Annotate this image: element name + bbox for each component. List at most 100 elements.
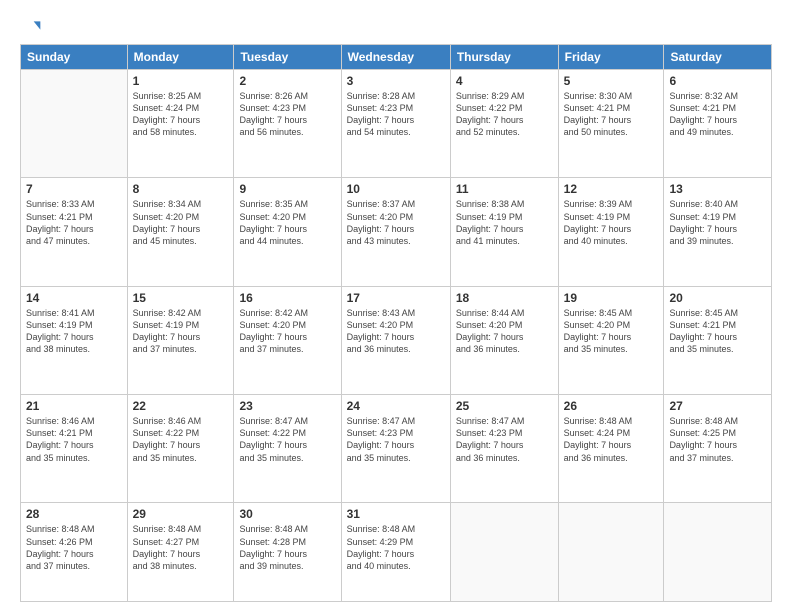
calendar-cell: 25 Sunrise: 8:47 AMSunset: 4:23 PMDayligh… (450, 395, 558, 503)
day-info-line: Daylight: 7 hours (239, 115, 307, 125)
day-info-line: and 58 minutes. (133, 127, 197, 137)
day-info-line: Daylight: 7 hours (669, 440, 737, 450)
day-info: Sunrise: 8:45 AMSunset: 4:20 PMDaylight:… (564, 307, 659, 356)
day-info: Sunrise: 8:25 AMSunset: 4:24 PMDaylight:… (133, 90, 229, 139)
day-info-line: Daylight: 7 hours (564, 440, 632, 450)
day-info: Sunrise: 8:47 AMSunset: 4:22 PMDaylight:… (239, 415, 335, 464)
day-number: 6 (669, 74, 766, 88)
day-info-line: Sunrise: 8:32 AM (669, 91, 738, 101)
calendar-cell (450, 503, 558, 602)
day-info-line: Sunrise: 8:33 AM (26, 199, 95, 209)
day-number: 17 (347, 291, 445, 305)
day-info-line: Sunset: 4:19 PM (133, 320, 200, 330)
day-info-line: Sunrise: 8:30 AM (564, 91, 633, 101)
day-info-line: and 36 minutes. (456, 453, 520, 463)
day-info-line: and 40 minutes. (564, 236, 628, 246)
day-info-line: Daylight: 7 hours (456, 440, 524, 450)
day-info-line: and 35 minutes. (239, 453, 303, 463)
calendar-cell: 14Sunrise: 8:41 AMSunset: 4:19 PMDayligh… (21, 286, 128, 394)
calendar-cell: 4Sunrise: 8:29 AMSunset: 4:22 PMDaylight… (450, 70, 558, 178)
day-info-line: Daylight: 7 hours (347, 115, 415, 125)
day-info-line: and 37 minutes. (26, 561, 90, 571)
day-info-line: Sunrise: 8:42 AM (239, 308, 308, 318)
day-info: Sunrise: 8:35 AMSunset: 4:20 PMDaylight:… (239, 198, 335, 247)
day-info-line: Sunset: 4:22 PM (239, 428, 306, 438)
day-info-line: and 37 minutes. (239, 344, 303, 354)
day-number: 25 (456, 399, 553, 413)
day-info: Sunrise: 8:32 AMSunset: 4:21 PMDaylight:… (669, 90, 766, 139)
day-info-line: Daylight: 7 hours (133, 115, 201, 125)
calendar-cell: 3 Sunrise: 8:28 AMSunset: 4:23 PMDaylight… (341, 70, 450, 178)
calendar-cell: 9 Sunrise: 8:35 AMSunset: 4:20 PMDaylight… (234, 178, 341, 286)
calendar-cell (558, 503, 664, 602)
day-info-line: and 39 minutes. (669, 236, 733, 246)
day-info: Sunrise: 8:38 AMSunset: 4:19 PMDaylight:… (456, 198, 553, 247)
day-info: Sunrise: 8:26 AMSunset: 4:23 PMDaylight:… (239, 90, 335, 139)
day-info-line: and 38 minutes. (26, 344, 90, 354)
calendar-header-sunday: Sunday (21, 45, 128, 70)
day-info: Sunrise: 8:28 AMSunset: 4:23 PMDaylight:… (347, 90, 445, 139)
day-info-line: and 40 minutes. (347, 561, 411, 571)
day-number: 10 (347, 182, 445, 196)
day-number: 13 (669, 182, 766, 196)
day-info-line: Sunrise: 8:48 AM (564, 416, 633, 426)
calendar-cell: 8Sunrise: 8:34 AMSunset: 4:20 PMDaylight… (127, 178, 234, 286)
day-info-line: Sunset: 4:23 PM (347, 428, 414, 438)
day-number: 3 (347, 74, 445, 88)
day-info: Sunrise: 8:33 AMSunset: 4:21 PMDaylight:… (26, 198, 122, 247)
day-info-line: Daylight: 7 hours (564, 115, 632, 125)
day-info-line: Sunrise: 8:44 AM (456, 308, 525, 318)
day-info-line: Sunrise: 8:48 AM (669, 416, 738, 426)
calendar-cell: 26Sunrise: 8:48 AMSunset: 4:24 PMDayligh… (558, 395, 664, 503)
day-info-line: Sunset: 4:19 PM (669, 212, 736, 222)
calendar-header-saturday: Saturday (664, 45, 772, 70)
day-info-line: Sunset: 4:27 PM (133, 537, 200, 547)
day-info-line: Sunrise: 8:46 AM (26, 416, 95, 426)
calendar-cell: 16Sunrise: 8:42 AMSunset: 4:20 PMDayligh… (234, 286, 341, 394)
day-info-line: and 50 minutes. (564, 127, 628, 137)
calendar-cell: 7 Sunrise: 8:33 AMSunset: 4:21 PMDaylight… (21, 178, 128, 286)
calendar-header-thursday: Thursday (450, 45, 558, 70)
day-info-line: Daylight: 7 hours (456, 224, 524, 234)
day-info-line: and 36 minutes. (456, 344, 520, 354)
day-info: Sunrise: 8:46 AMSunset: 4:21 PMDaylight:… (26, 415, 122, 464)
day-info: Sunrise: 8:41 AMSunset: 4:19 PMDaylight:… (26, 307, 122, 356)
day-number: 19 (564, 291, 659, 305)
day-info-line: Daylight: 7 hours (133, 440, 201, 450)
calendar-cell: 28Sunrise: 8:48 AMSunset: 4:26 PMDayligh… (21, 503, 128, 602)
day-info-line: Daylight: 7 hours (26, 440, 94, 450)
day-info-line: Sunrise: 8:48 AM (347, 524, 416, 534)
day-info-line: and 38 minutes. (133, 561, 197, 571)
calendar-cell: 1Sunrise: 8:25 AMSunset: 4:24 PMDaylight… (127, 70, 234, 178)
day-number: 5 (564, 74, 659, 88)
day-info-line: Sunrise: 8:45 AM (669, 308, 738, 318)
day-info-line: Sunrise: 8:46 AM (133, 416, 202, 426)
day-number: 8 (133, 182, 229, 196)
day-info-line: Daylight: 7 hours (26, 549, 94, 559)
day-number: 12 (564, 182, 659, 196)
calendar-cell: 20Sunrise: 8:45 AMSunset: 4:21 PMDayligh… (664, 286, 772, 394)
calendar-header-monday: Monday (127, 45, 234, 70)
calendar-cell: 13 Sunrise: 8:40 AMSunset: 4:19 PMDayligh… (664, 178, 772, 286)
day-number: 7 (26, 182, 122, 196)
day-info: Sunrise: 8:47 AMSunset: 4:23 PMDaylight:… (456, 415, 553, 464)
day-info: Sunrise: 8:40 AMSunset: 4:19 PMDaylight:… (669, 198, 766, 247)
day-info-line: Sunset: 4:21 PM (669, 320, 736, 330)
day-info: Sunrise: 8:48 AMSunset: 4:26 PMDaylight:… (26, 523, 122, 572)
day-info-line: and 35 minutes. (133, 453, 197, 463)
day-info-line: Sunrise: 8:25 AM (133, 91, 202, 101)
day-info: Sunrise: 8:48 AMSunset: 4:28 PMDaylight:… (239, 523, 335, 572)
day-info-line: Daylight: 7 hours (564, 332, 632, 342)
day-info-line: Sunset: 4:23 PM (347, 103, 414, 113)
day-number: 24 (347, 399, 445, 413)
day-info-line: and 39 minutes. (239, 561, 303, 571)
day-info: Sunrise: 8:39 AMSunset: 4:19 PMDaylight:… (564, 198, 659, 247)
calendar-cell: 2Sunrise: 8:26 AMSunset: 4:23 PMDaylight… (234, 70, 341, 178)
day-info-line: and 47 minutes. (26, 236, 90, 246)
day-info: Sunrise: 8:47 AMSunset: 4:23 PMDaylight:… (347, 415, 445, 464)
day-number: 18 (456, 291, 553, 305)
day-info-line: and 44 minutes. (239, 236, 303, 246)
calendar-cell: 29Sunrise: 8:48 AMSunset: 4:27 PMDayligh… (127, 503, 234, 602)
day-number: 9 (239, 182, 335, 196)
day-number: 23 (239, 399, 335, 413)
